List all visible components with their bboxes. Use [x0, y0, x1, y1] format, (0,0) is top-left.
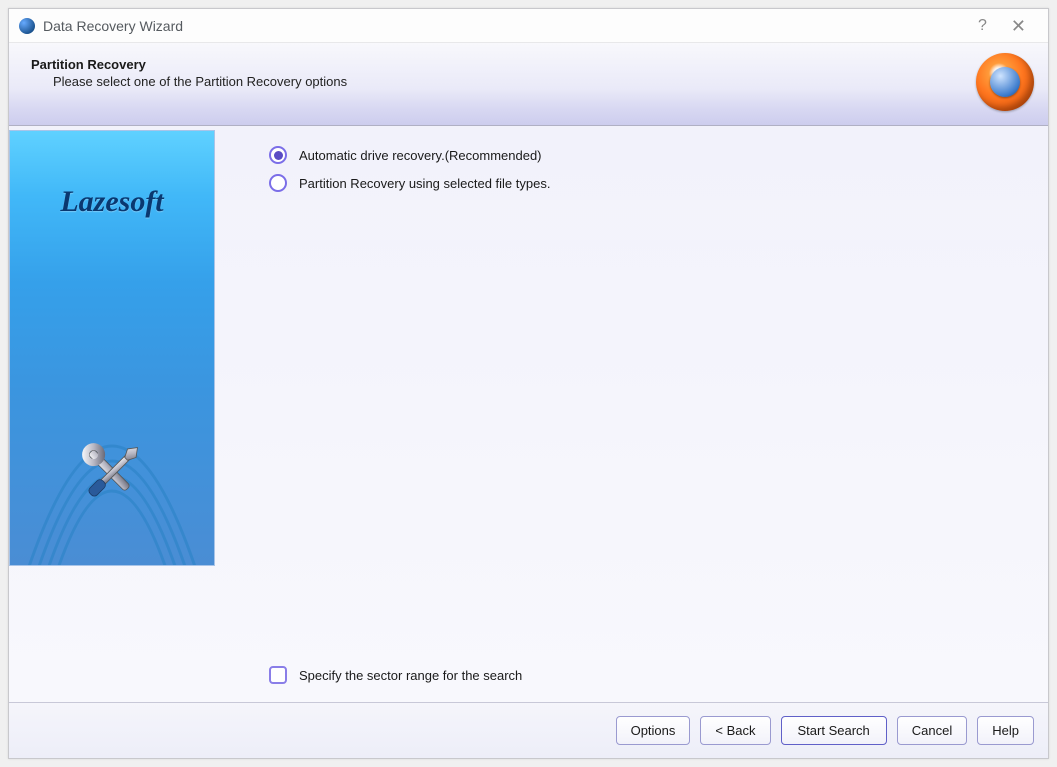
page-subtitle: Please select one of the Partition Recov…: [31, 74, 1030, 89]
radio-label: Automatic drive recovery.(Recommended): [299, 148, 542, 163]
checkbox-icon: [269, 666, 287, 684]
window-title: Data Recovery Wizard: [43, 18, 183, 34]
content-area: Lazesoft: [9, 126, 1048, 702]
options-panel: Automatic drive recovery.(Recommended) P…: [215, 126, 1048, 702]
start-search-button[interactable]: Start Search: [781, 716, 887, 745]
page-title: Partition Recovery: [31, 57, 1030, 72]
brand-logo: Lazesoft: [60, 185, 163, 219]
back-button[interactable]: < Back: [700, 716, 770, 745]
cancel-button[interactable]: Cancel: [897, 716, 967, 745]
checkbox-sector-range[interactable]: Specify the sector range for the search: [269, 666, 522, 684]
radio-icon: [269, 146, 287, 164]
help-button[interactable]: Help: [977, 716, 1034, 745]
help-icon[interactable]: ?: [978, 18, 987, 34]
wizard-header: Partition Recovery Please select one of …: [9, 43, 1048, 126]
radio-label: Partition Recovery using selected file t…: [299, 176, 550, 191]
radio-partition-recovery-filetypes[interactable]: Partition Recovery using selected file t…: [269, 174, 1028, 192]
lifesaver-icon: [976, 53, 1034, 111]
options-button[interactable]: Options: [616, 716, 691, 745]
radio-automatic-recovery[interactable]: Automatic drive recovery.(Recommended): [269, 146, 1028, 164]
app-icon: [19, 18, 35, 34]
tools-icon: [74, 435, 150, 511]
button-bar: Options < Back Start Search Cancel Help: [9, 702, 1048, 758]
titlebar: Data Recovery Wizard ? ✕: [9, 9, 1048, 43]
checkbox-label: Specify the sector range for the search: [299, 668, 522, 683]
radio-icon: [269, 174, 287, 192]
side-panel: Lazesoft: [9, 130, 215, 566]
wizard-window: Data Recovery Wizard ? ✕ Partition Recov…: [8, 8, 1049, 759]
close-icon[interactable]: ✕: [1011, 17, 1026, 35]
